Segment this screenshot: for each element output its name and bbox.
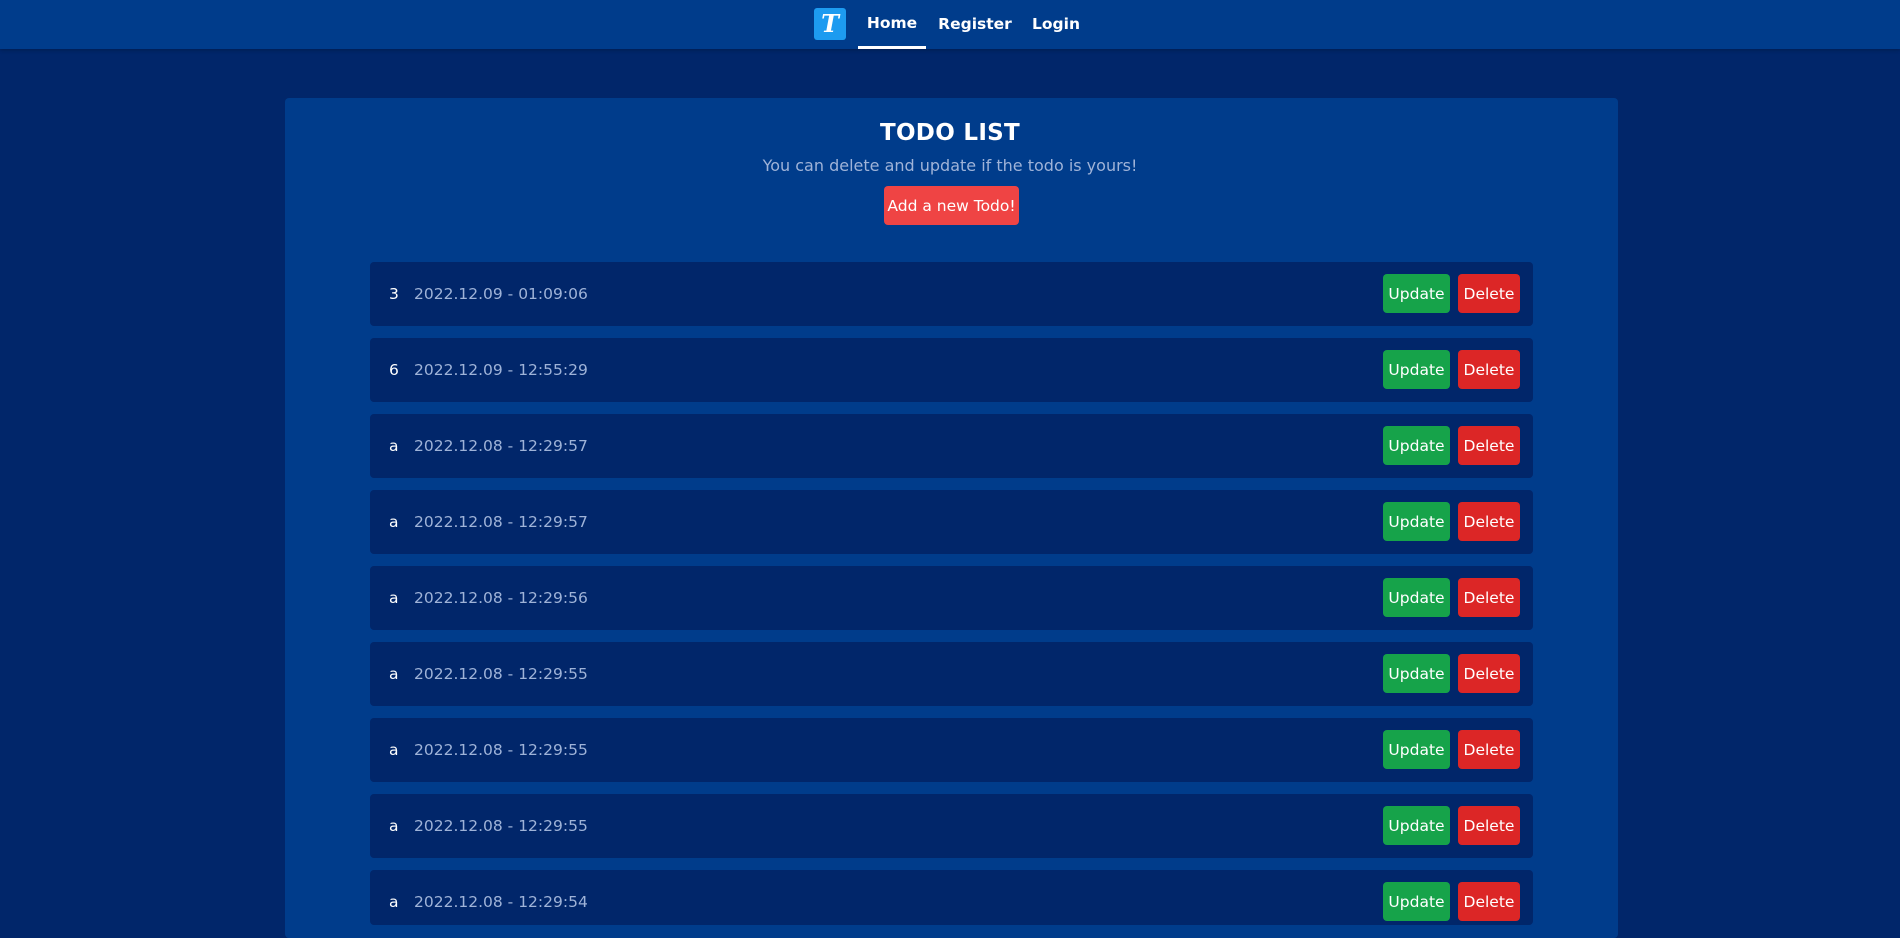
update-button[interactable]: Update (1383, 578, 1450, 617)
todo-date: 2022.12.08 - 12:29:57 (414, 513, 588, 531)
update-button[interactable]: Update (1383, 426, 1450, 465)
update-button[interactable]: Update (1383, 654, 1450, 693)
page-subtitle: You can delete and update if the todo is… (762, 156, 1138, 175)
update-button[interactable]: Update (1383, 730, 1450, 769)
delete-button[interactable]: Delete (1458, 882, 1520, 921)
todo-item: a 2022.12.08 - 12:29:57 Update Delete (370, 490, 1533, 554)
delete-button[interactable]: Delete (1458, 350, 1520, 389)
todo-item: a 2022.12.08 - 12:29:55 Update Delete (370, 718, 1533, 782)
todo-text: a (389, 817, 399, 835)
todo-item: a 2022.12.08 - 12:29:56 Update Delete (370, 566, 1533, 630)
nav-login-link[interactable]: Login (1028, 0, 1084, 49)
todo-text: 3 (389, 285, 399, 303)
todo-date: 2022.12.09 - 12:55:29 (414, 361, 588, 379)
todo-text: a (389, 893, 399, 911)
delete-button[interactable]: Delete (1458, 502, 1520, 541)
todo-date: 2022.12.08 - 12:29:55 (414, 817, 588, 835)
page-title: TODO LIST (879, 120, 1021, 146)
nav-home-link[interactable]: Home (858, 0, 926, 49)
delete-button[interactable]: Delete (1458, 578, 1520, 617)
todo-date: 2022.12.09 - 01:09:06 (414, 285, 588, 303)
todo-item: 6 2022.12.09 - 12:55:29 Update Delete (370, 338, 1533, 402)
todo-date: 2022.12.08 - 12:29:54 (414, 893, 588, 911)
todo-text: a (389, 665, 399, 683)
todo-item: a 2022.12.08 - 12:29:57 Update Delete (370, 414, 1533, 478)
todo-text: 6 (389, 361, 399, 379)
update-button[interactable]: Update (1383, 502, 1450, 541)
todo-date: 2022.12.08 - 12:29:55 (414, 741, 588, 759)
todo-text: a (389, 589, 399, 607)
top-navbar: T Home Register Login (0, 0, 1900, 49)
todo-item: a 2022.12.08 - 12:29:54 Update Delete (370, 870, 1533, 925)
todo-item: a 2022.12.08 - 12:29:55 Update Delete (370, 642, 1533, 706)
delete-button[interactable]: Delete (1458, 730, 1520, 769)
todo-item: a 2022.12.08 - 12:29:55 Update Delete (370, 794, 1533, 858)
update-button[interactable]: Update (1383, 882, 1450, 921)
todo-date: 2022.12.08 - 12:29:55 (414, 665, 588, 683)
app-logo[interactable]: T (814, 8, 846, 40)
delete-button[interactable]: Delete (1458, 806, 1520, 845)
update-button[interactable]: Update (1383, 806, 1450, 845)
delete-button[interactable]: Delete (1458, 274, 1520, 313)
todo-text: a (389, 741, 399, 759)
nav-register-link[interactable]: Register (935, 0, 1015, 49)
delete-button[interactable]: Delete (1458, 426, 1520, 465)
todo-date: 2022.12.08 - 12:29:57 (414, 437, 588, 455)
todo-text: a (389, 513, 399, 531)
todo-item: 3 2022.12.09 - 01:09:06 Update Delete (370, 262, 1533, 326)
update-button[interactable]: Update (1383, 350, 1450, 389)
delete-button[interactable]: Delete (1458, 654, 1520, 693)
add-todo-button[interactable]: Add a new Todo! (884, 186, 1019, 225)
todo-text: a (389, 437, 399, 455)
todo-date: 2022.12.08 - 12:29:56 (414, 589, 588, 607)
update-button[interactable]: Update (1383, 274, 1450, 313)
